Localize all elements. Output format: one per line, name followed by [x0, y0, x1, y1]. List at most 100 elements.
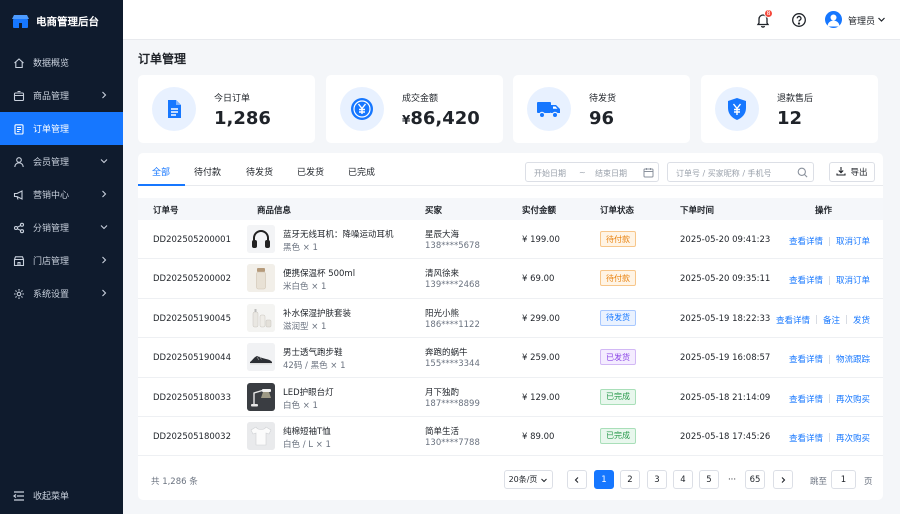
sidebar-item-label: 分销管理 [33, 224, 70, 234]
page-button-3[interactable]: 3 [647, 470, 667, 489]
sidebar-item-3[interactable]: 会员管理 [0, 145, 123, 178]
row-actions: 查看详情 取消订单 [789, 274, 870, 286]
row-action-link[interactable]: 再次购买 [836, 432, 870, 444]
megaphone-icon [13, 189, 25, 201]
page-button-5[interactable]: 5 [699, 470, 719, 489]
search-input[interactable]: 订单号 / 买家昵称 / 手机号 [667, 162, 814, 182]
product-thumbnail [247, 382, 275, 411]
page-button-2[interactable]: 2 [620, 470, 640, 489]
order-number[interactable]: DD202505200001 [153, 235, 231, 245]
row-action-link[interactable]: 查看详情 [776, 314, 810, 326]
chevron-right-icon [102, 190, 107, 198]
row-action-link[interactable]: 查看详情 [789, 432, 823, 444]
buyer-phone: 155****3344 [425, 359, 480, 370]
buyer-phone: 187****8899 [425, 398, 480, 409]
row-action-link[interactable]: 再次购买 [836, 393, 870, 405]
row-action-link[interactable]: 物流跟踪 [836, 353, 870, 365]
home-icon [13, 57, 25, 69]
export-button[interactable]: 导出 [829, 162, 875, 182]
user-name[interactable]: 管理员 [848, 14, 875, 27]
row-actions: 查看详情 再次购买 [789, 393, 870, 405]
row-actions: 查看详情 物流跟踪 [789, 353, 870, 365]
column-header-4: 订单状态 [600, 206, 635, 216]
page-button-4[interactable]: 4 [673, 470, 693, 489]
status-badge: 待发货 [600, 309, 636, 326]
collapse-menu-button[interactable]: 收起菜单 [13, 489, 69, 502]
page-button-65[interactable]: 65 [745, 470, 765, 489]
stat-number: 96 [589, 108, 615, 129]
sidebar-item-5[interactable]: 分销管理 [0, 211, 123, 244]
page-size-value: 20条/页 [508, 475, 538, 484]
chevron-right-icon [781, 476, 786, 483]
order-time: 2025-05-19 18:22:33 [680, 313, 771, 324]
sidebar-item-1[interactable]: 商品管理 [0, 79, 123, 112]
stat-card-3[interactable]: 退款售后 12 [701, 75, 878, 143]
product-spec: 滋润型 × 1 [283, 321, 327, 332]
buyer-name: 星辰大海 [425, 230, 460, 240]
row-action-link[interactable]: 取消订单 [836, 274, 870, 286]
stat-card-1[interactable]: 成交金额 ¥86,420 [326, 75, 503, 143]
paid-amount: ¥ 259.00 [522, 353, 560, 364]
order-number[interactable]: DD202505190045 [153, 314, 231, 324]
order-number[interactable]: DD202505180033 [153, 393, 231, 403]
brand[interactable]: 电商管理后台 [0, 0, 123, 42]
row-action-link[interactable]: 查看详情 [789, 274, 823, 286]
order-number[interactable]: DD202505180032 [153, 432, 231, 442]
table-row[interactable]: DD202505200001 蓝牙无线耳机：降噪运动耳机 黑色 × 1 星辰大海… [138, 220, 883, 260]
page-button-1[interactable]: 1 [594, 470, 614, 489]
table-row[interactable]: DD202505190044 男士透气跑步鞋 42码 / 黑色 × 1 奔跑的蜗… [138, 338, 883, 378]
tab-3[interactable]: 已发货 [297, 165, 324, 178]
next-page-button[interactable] [773, 470, 793, 489]
prev-page-button[interactable] [567, 470, 587, 489]
share-icon [13, 222, 25, 234]
sidebar-item-2[interactable]: 订单管理 [0, 112, 123, 145]
status-badge: 已发货 [600, 349, 636, 366]
paid-amount: ¥ 129.00 [522, 392, 560, 403]
download-icon [836, 166, 847, 179]
date-range-separator: ~ [579, 168, 586, 177]
table-row[interactable]: DD202505190045 补水保湿护肤套装 滋润型 × 1 阳光小熊 186… [138, 299, 883, 339]
jump-suffix: 页 [864, 477, 873, 487]
table-row[interactable]: DD202505180032 纯棉短袖T恤 白色 / L × 1 简单生活 13… [138, 417, 883, 457]
stat-card-0[interactable]: 今日订单 1,286 [138, 75, 315, 143]
product-thumbnail [247, 264, 275, 293]
total-count: 共 1,286 条 [151, 477, 198, 487]
table-row[interactable]: DD202505200002 便携保温杯 500ml 米白色 × 1 清风徐来 … [138, 259, 883, 299]
jump-page-input[interactable]: 1 [831, 470, 856, 489]
stat-card-2[interactable]: 待发货 96 [513, 75, 690, 143]
row-action-link[interactable]: 查看详情 [789, 393, 823, 405]
row-action-link[interactable]: 取消订单 [836, 235, 870, 247]
row-action-link[interactable]: 查看详情 [789, 235, 823, 247]
paid-amount: ¥ 69.00 [522, 274, 555, 285]
row-action-link[interactable]: 发货 [853, 314, 870, 326]
action-separator [828, 236, 830, 246]
row-action-link[interactable]: 查看详情 [789, 353, 823, 365]
sidebar-item-6[interactable]: 门店管理 [0, 244, 123, 277]
tab-4[interactable]: 已完成 [348, 165, 375, 178]
help-icon[interactable] [791, 12, 807, 28]
sidebar-item-0[interactable]: 数据概览 [0, 46, 123, 79]
row-action-link[interactable]: 备注 [823, 314, 840, 326]
chevron-left-icon [574, 476, 579, 483]
sidebar-item-7[interactable]: 系统设置 [0, 277, 123, 310]
chevron-down-icon[interactable] [877, 15, 886, 24]
product-name: 蓝牙无线耳机：降噪运动耳机 [283, 230, 394, 240]
order-time: 2025-05-18 21:14:09 [680, 392, 771, 403]
order-number[interactable]: DD202505200002 [153, 274, 231, 284]
avatar[interactable] [825, 11, 842, 28]
tab-1[interactable]: 待付款 [194, 165, 221, 178]
stat-number: 12 [777, 108, 803, 129]
date-range-picker[interactable]: 开始日期 ~ 结束日期 [525, 162, 659, 182]
order-number[interactable]: DD202505190044 [153, 353, 231, 363]
table-row[interactable]: DD202505180033 LED护眼台灯 白色 × 1 月下独酌 187**… [138, 378, 883, 417]
paid-amount: ¥ 199.00 [522, 235, 560, 245]
page-size-select[interactable]: 20条/页 [504, 470, 553, 489]
tab-0[interactable]: 全部 [152, 165, 170, 178]
search-icon [797, 167, 808, 180]
app-title: 电商管理后台 [36, 15, 99, 28]
buyer-name: 简单生活 [425, 426, 460, 437]
tab-2[interactable]: 待发货 [246, 165, 273, 178]
sidebar-item-4[interactable]: 营销中心 [0, 178, 123, 211]
notification-badge: 8 [764, 9, 773, 18]
sidebar: 电商管理后台 数据概览 商品管理 订单管理 会员管理 营销中心 分销管理 门店管理 系统设置 … [0, 0, 123, 514]
